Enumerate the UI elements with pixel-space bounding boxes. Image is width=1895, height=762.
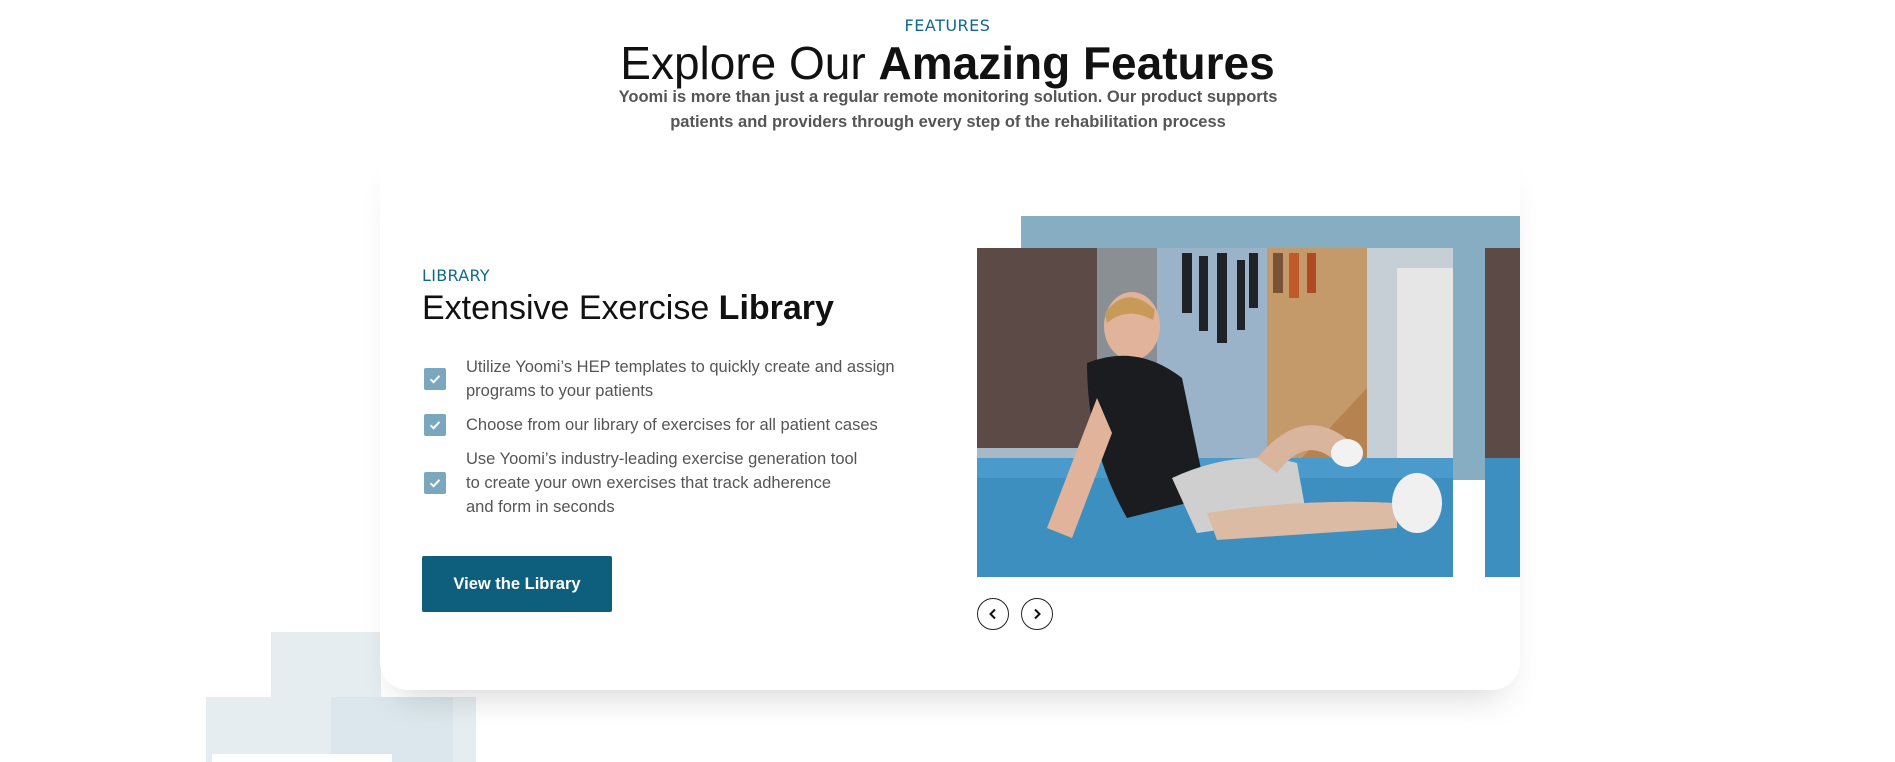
section-title: Explore Our Amazing Features [0,36,1895,91]
features-section: FEATURES Explore Our Amazing Features Yo… [0,0,1895,762]
list-item: Choose from our library of exercises for… [422,413,942,437]
exercise-video-thumbnail [1485,248,1520,577]
carousel-next-button[interactable] [1021,598,1053,630]
carousel-slide-video[interactable] [1485,248,1520,577]
section-title-regular: Explore Our [620,37,879,89]
view-library-button[interactable]: View the Library [422,556,612,612]
carousel-prev-button[interactable] [977,598,1009,630]
checkbox-checked-icon [424,414,446,436]
list-item-text: Choose from our library of exercises for… [466,416,878,434]
list-item-text: Utilize Yoomi’s HEP templates to quickly… [466,358,895,400]
feature-list: Utilize Yoomi’s HEP templates to quickly… [422,355,942,529]
section-title-bold: Amazing Features [878,37,1275,89]
feature-title-regular: Extensive Exercise [422,289,719,327]
feature-title-bold: Library [718,289,834,327]
list-item-text: Use Yoomi’s industry-leading exercise ge… [466,450,858,516]
checkbox-checked-icon [424,472,446,494]
feature-title: Extensive Exercise Library [422,289,834,328]
chevron-right-icon [1034,608,1041,620]
section-eyebrow: FEATURES [904,16,991,35]
carousel-slide-video[interactable] [977,248,1453,577]
list-item: Utilize Yoomi’s HEP templates to quickly… [422,355,942,403]
checkbox-checked-icon [424,368,446,390]
section-subtitle: Yoomi is more than just a regular remote… [618,88,1278,131]
decorative-square [331,697,453,762]
list-item: Use Yoomi’s industry-leading exercise ge… [422,447,942,519]
exercise-video-thumbnail [977,248,1453,577]
feature-eyebrow: LIBRARY [422,266,490,285]
decorative-square [212,754,392,762]
chevron-left-icon [989,608,996,620]
exercise-carousel[interactable] [977,248,1520,577]
